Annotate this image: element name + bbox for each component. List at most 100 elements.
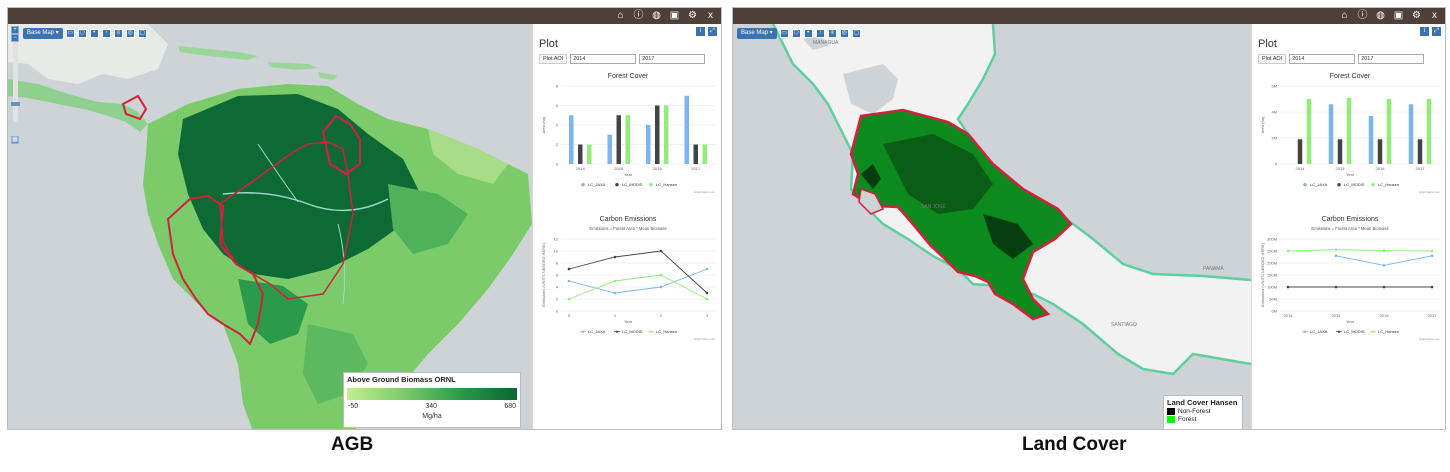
legend-marker-dot — [649, 330, 653, 333]
close-icon[interactable]: x — [1428, 9, 1441, 22]
chart-credit: Highcharts.com — [1419, 190, 1440, 194]
y-tick-label: 4 — [556, 123, 559, 128]
legend-marker — [1371, 183, 1375, 187]
settings-icon[interactable]: ⚙ — [1410, 9, 1423, 22]
data-point — [705, 297, 709, 301]
central-america-landcover-map — [733, 24, 1251, 429]
legend-marker-dot — [1337, 330, 1341, 333]
draw-polygon-icon[interactable]: ⬠ — [77, 29, 87, 38]
print-icon[interactable]: ▣ — [668, 9, 681, 22]
chart-title: Carbon Emissions — [600, 216, 657, 223]
draw-rectangle-icon[interactable]: ▭ — [779, 29, 789, 38]
bar-lc-modis — [578, 144, 583, 164]
data-point — [1334, 254, 1338, 258]
legend-label: LC_MODIS — [1344, 182, 1365, 187]
legend-marker — [1303, 183, 1307, 187]
settings-icon[interactable]: ⚙ — [686, 9, 699, 22]
bar-lc-modis — [1377, 139, 1383, 164]
x-axis-label: Year — [624, 172, 633, 177]
upload-icon[interactable]: ↑ — [101, 29, 111, 38]
legend-item-forest: Forest — [1167, 416, 1239, 423]
info-icon[interactable]: ⓘ — [1356, 9, 1369, 22]
agb-app-window: ⌂ ⓘ ◍ ▣ ⚙ x + − ▦ Base Map ▾ ▭ ⬠ • ↑ ≡ ◎… — [7, 7, 722, 430]
print-icon[interactable]: ▣ — [1392, 9, 1405, 22]
chart-subtitle: Emissions = Forest Area * Mean Biomass — [1311, 226, 1388, 231]
bar-lc-jaxa — [1368, 115, 1374, 164]
measure-icon[interactable]: ◎ — [125, 29, 135, 38]
basemap-dropdown[interactable]: Base Map ▾ — [23, 28, 63, 39]
x-tick-label: 2 — [660, 313, 663, 318]
legend-unit: Mg/ha — [422, 413, 442, 420]
legend-label: LC_Hansen — [1378, 329, 1399, 334]
y-tick-label: 100M — [1267, 285, 1277, 290]
layers-icon[interactable]: ≡ — [827, 29, 837, 38]
chart-title: Carbon Emissions — [1322, 216, 1379, 223]
clear-icon[interactable]: ▢ — [137, 29, 147, 38]
legend-label-forest: Forest — [1178, 416, 1197, 423]
legend-marker-dot — [615, 330, 619, 333]
legend-color-ramp — [347, 388, 517, 400]
x-axis-label: Year — [624, 319, 633, 324]
layers-icon[interactable]: ≡ — [113, 29, 123, 38]
bar-lc-modis — [616, 115, 621, 164]
bar-lc-jaxa — [646, 125, 651, 164]
data-point — [659, 285, 663, 289]
x-tick-label: 2015 — [1332, 313, 1342, 318]
chart-subtitle: Emissions = Forest Area * Mean Biomass — [589, 226, 666, 231]
y-tick-label: 10 — [554, 249, 559, 254]
data-point — [659, 273, 663, 277]
legend-label-non-forest: Non-Forest — [1178, 408, 1211, 415]
plot-pane: i ⤢ Plot Plot AOI 2014 2017 Forest Cover… — [1251, 24, 1445, 429]
draw-point-icon[interactable]: • — [803, 29, 813, 38]
bar-lc-jaxa — [569, 115, 574, 164]
landcover-app-window: ⌂ ⓘ ◍ ▣ ⚙ x Base Map ▾ ▭ ⬠ • ↑ ≡ ◎ ▢ MAN… — [732, 7, 1446, 430]
caption-land-cover: Land Cover — [1022, 434, 1127, 455]
x-tick-label: 2015 — [1336, 166, 1346, 171]
zoom-slider[interactable] — [11, 42, 20, 122]
legend-mid: 340 — [425, 403, 438, 410]
legend-label: LC_Hansen — [656, 182, 677, 187]
map-view[interactable]: Base Map ▾ ▭ ⬠ • ↑ ≡ ◎ ▢ MANAGUA SAN JOS… — [733, 24, 1251, 429]
data-point — [1286, 249, 1290, 253]
draw-polygon-icon[interactable]: ⬠ — [791, 29, 801, 38]
bar-lc-jaxa — [607, 134, 612, 164]
draw-rectangle-icon[interactable]: ▭ — [65, 29, 75, 38]
zoom-out-button[interactable]: − — [11, 34, 19, 42]
legend-marker — [581, 183, 585, 187]
globe-icon[interactable]: ◍ — [1374, 9, 1387, 22]
close-icon[interactable]: x — [704, 9, 717, 22]
y-tick-label: 300M — [1267, 237, 1277, 242]
home-icon[interactable]: ⌂ — [614, 9, 627, 22]
legend-marker-dot — [1371, 330, 1375, 333]
map-view[interactable]: + − ▦ Base Map ▾ ▭ ⬠ • ↑ ≡ ◎ ▢ Above Gro… — [8, 24, 532, 429]
map-label-san-jose: SAN JOSÉ — [921, 204, 946, 210]
legend-label: LC_MODIS — [622, 182, 643, 187]
series-line-lc-jaxa — [1335, 255, 1433, 266]
x-tick-label: 2014 — [1284, 313, 1294, 318]
basemap-dropdown[interactable]: Base Map ▾ — [737, 28, 777, 39]
chart-credit: Highcharts.com — [694, 337, 715, 341]
y-tick-label: 50M — [1269, 297, 1277, 302]
y-tick-label: 8 — [556, 261, 559, 266]
home-icon[interactable]: ⌂ — [1338, 9, 1351, 22]
legend-marker — [615, 183, 619, 187]
y-tick-label: 12 — [554, 237, 559, 242]
info-icon[interactable]: ⓘ — [632, 9, 645, 22]
full-extent-icon[interactable]: ▦ — [11, 136, 19, 144]
measure-icon[interactable]: ◎ — [839, 29, 849, 38]
legend-label: LC_Hansen — [1378, 182, 1399, 187]
zoom-slider-knob[interactable] — [11, 102, 20, 106]
chart-credit: Highcharts.com — [1419, 337, 1440, 341]
bar-lc-hansen — [664, 105, 669, 164]
y-tick-label: 4 — [556, 285, 559, 290]
y-tick-label: 2M — [1271, 136, 1277, 141]
clear-icon[interactable]: ▢ — [851, 29, 861, 38]
x-tick-label: 2016 — [653, 166, 663, 171]
bar-lc-modis — [1297, 139, 1303, 164]
draw-point-icon[interactable]: • — [89, 29, 99, 38]
y-axis-label: Emissions (UNITS NEEDED HERE) — [541, 242, 546, 307]
zoom-in-button[interactable]: + — [11, 26, 19, 34]
globe-icon[interactable]: ◍ — [650, 9, 663, 22]
data-point — [1430, 249, 1434, 253]
upload-icon[interactable]: ↑ — [815, 29, 825, 38]
